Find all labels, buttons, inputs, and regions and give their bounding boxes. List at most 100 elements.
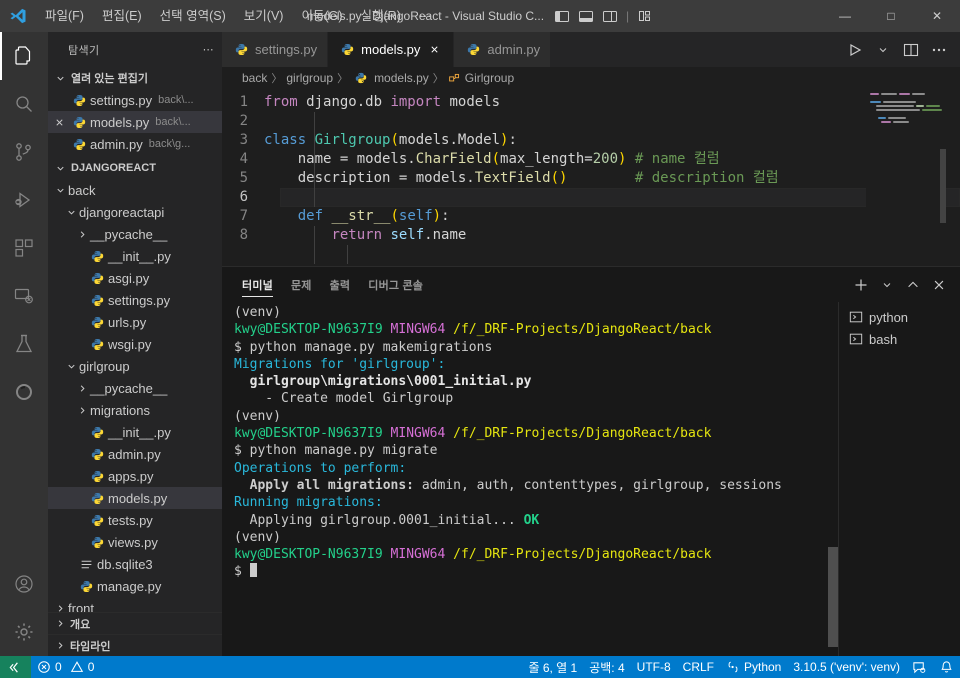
tab-problems[interactable]: 문제 <box>291 267 312 302</box>
terminal-list-item-python[interactable]: python <box>845 306 960 328</box>
terminal-scrollbar[interactable] <box>828 302 838 656</box>
project-header[interactable]: DJANGOREACT <box>48 157 222 179</box>
toggle-secondary-sidebar-icon[interactable] <box>602 8 618 24</box>
tree-file-asgi.py[interactable]: asgi.py <box>48 267 222 289</box>
tree-folder-djangoreactapi[interactable]: djangoreactapi <box>48 201 222 223</box>
close-icon[interactable] <box>48 117 70 128</box>
tree-file-admin.py[interactable]: admin.py <box>48 443 222 465</box>
tree-folder-front[interactable]: front <box>48 597 222 612</box>
language-mode[interactable]: Python <box>720 656 787 678</box>
menu-selection[interactable]: 선택 영역(S) <box>151 0 235 32</box>
breadcrumb-girlgroup[interactable]: girlgroup <box>286 71 333 85</box>
tree-folder-migrations[interactable]: migrations <box>48 399 222 421</box>
cursor-position[interactable]: 줄 6, 열 1 <box>522 656 583 678</box>
tree-file-wsgi.py[interactable]: wsgi.py <box>48 333 222 355</box>
warning-icon <box>70 660 84 674</box>
minimize-button[interactable]: — <box>822 0 868 32</box>
more-actions-icon[interactable] <box>926 32 952 67</box>
maximize-button[interactable]: □ <box>868 0 914 32</box>
encoding[interactable]: UTF-8 <box>631 656 677 678</box>
timeline-section-header[interactable]: 타임라인 <box>48 634 222 656</box>
code-line: 1 from django.db import models <box>222 93 960 112</box>
terminal-dropdown-icon[interactable] <box>876 272 898 298</box>
sidebar-item-source-control[interactable] <box>0 128 48 176</box>
terminal-line: girlgroup\migrations\0001_initial.py <box>234 374 532 390</box>
menu-view[interactable]: 보기(V) <box>235 0 293 32</box>
open-editor-item-models[interactable]: models.py back\... <box>48 111 222 133</box>
code-editor[interactable]: 1 from django.db import models 2 3 class… <box>222 89 960 266</box>
maximize-panel-icon[interactable] <box>902 272 924 298</box>
sidebar-item-explorer[interactable] <box>0 32 48 80</box>
line-number: 1 <box>239 94 248 110</box>
menu-go[interactable]: 이동(G) <box>292 0 351 32</box>
toggle-panel-icon[interactable] <box>578 8 594 24</box>
python-file-icon <box>88 294 106 307</box>
class-symbol-icon <box>448 72 461 85</box>
sidebar-item-anaconda[interactable] <box>0 368 48 416</box>
run-python-file-icon[interactable] <box>842 32 868 67</box>
tree-folder-back[interactable]: back <box>48 179 222 201</box>
open-editor-item-admin[interactable]: \u2715 admin.py back\g... <box>48 133 222 155</box>
tree-file-apps.py[interactable]: apps.py <box>48 465 222 487</box>
tab-output[interactable]: 출력 <box>330 267 351 302</box>
tab-admin-py[interactable]: admin.py <box>454 32 552 67</box>
menu-run[interactable]: 실행(R) <box>352 0 410 32</box>
run-dropdown-icon[interactable] <box>870 32 896 67</box>
python-file-icon <box>88 536 106 549</box>
line-number: 2 <box>239 113 248 129</box>
bell-icon[interactable] <box>933 656 960 678</box>
tree-item-label: __init__.py <box>108 424 171 440</box>
terminal-output[interactable]: (venv) kwy@DESKTOP-N9637I9 MINGW64 /f/_DR… <box>222 302 838 656</box>
tree-file-db.sqlite3[interactable]: db.sqlite3 <box>48 553 222 575</box>
remote-host-indicator[interactable] <box>0 656 31 678</box>
status-badge[interactable]: 0 0 <box>31 656 100 678</box>
sidebar-item-extensions[interactable] <box>0 224 48 272</box>
python-interpreter[interactable]: 3.10.5 ('venv': venv) <box>787 656 906 678</box>
tree-file-__init__.py[interactable]: __init__.py <box>48 245 222 267</box>
menu-edit[interactable]: 편집(E) <box>93 0 151 32</box>
outline-section-header[interactable]: 개요 <box>48 612 222 634</box>
tree-file-tests.py[interactable]: tests.py <box>48 509 222 531</box>
indentation[interactable]: 공백: 4 <box>583 656 630 678</box>
tab-debug-console[interactable]: 디버그 콘솔 <box>368 267 423 302</box>
tree-file-urls.py[interactable]: urls.py <box>48 311 222 333</box>
open-editors-header[interactable]: 열려 있는 편집기 <box>48 67 222 89</box>
chevron-right-icon <box>52 638 68 654</box>
breadcrumb-models-py[interactable]: models.py <box>352 71 429 85</box>
tree-folder-__pycache__[interactable]: __pycache__ <box>48 223 222 245</box>
split-editor-icon[interactable] <box>898 32 924 67</box>
sidebar-item-testing[interactable] <box>0 320 48 368</box>
terminal-list-item-bash[interactable]: bash <box>845 328 960 350</box>
customize-layout-icon[interactable] <box>637 8 653 24</box>
feedback-icon[interactable] <box>906 656 933 678</box>
tree-file-manage.py[interactable]: manage.py <box>48 575 222 597</box>
new-terminal-icon[interactable] <box>850 272 872 298</box>
breadcrumb-symbol-girlgroup[interactable]: Girlgroup <box>448 71 514 85</box>
sidebar-item-remote-explorer[interactable] <box>0 272 48 320</box>
tab-settings-py[interactable]: settings.py <box>222 32 329 67</box>
menu-more[interactable]: ⋯ <box>410 0 441 32</box>
sidebar-item-search[interactable] <box>0 80 48 128</box>
toggle-primary-sidebar-icon[interactable] <box>554 8 570 24</box>
breadcrumb-back[interactable]: back <box>242 71 267 85</box>
tree-folder-girlgroup[interactable]: girlgroup <box>48 355 222 377</box>
eol[interactable]: CRLF <box>677 656 720 678</box>
accounts-button[interactable] <box>0 560 48 608</box>
tree-file-models.py[interactable]: models.py <box>48 487 222 509</box>
menu-file[interactable]: 파일(F) <box>36 0 93 32</box>
open-editor-item-settings[interactable]: \u2715 settings.py back\... <box>48 89 222 111</box>
sidebar-item-run-and-debug[interactable] <box>0 176 48 224</box>
close-panel-icon[interactable] <box>928 272 950 298</box>
close-button[interactable]: ✕ <box>914 0 960 32</box>
scrollbar-thumb[interactable] <box>828 547 838 647</box>
tree-folder-__pycache__[interactable]: __pycache__ <box>48 377 222 399</box>
tab-terminal[interactable]: 터미널 <box>242 267 273 302</box>
tree-file-settings.py[interactable]: settings.py <box>48 289 222 311</box>
terminal-line: $ python manage.py migrate <box>234 443 438 459</box>
tab-models-py[interactable]: models.py <box>328 32 455 67</box>
gear-icon[interactable] <box>0 608 48 656</box>
tree-file-__init__.py[interactable]: __init__.py <box>48 421 222 443</box>
close-icon[interactable] <box>425 44 443 55</box>
tree-file-views.py[interactable]: views.py <box>48 531 222 553</box>
sidebar-more-actions[interactable]: ⋯ <box>203 43 214 56</box>
